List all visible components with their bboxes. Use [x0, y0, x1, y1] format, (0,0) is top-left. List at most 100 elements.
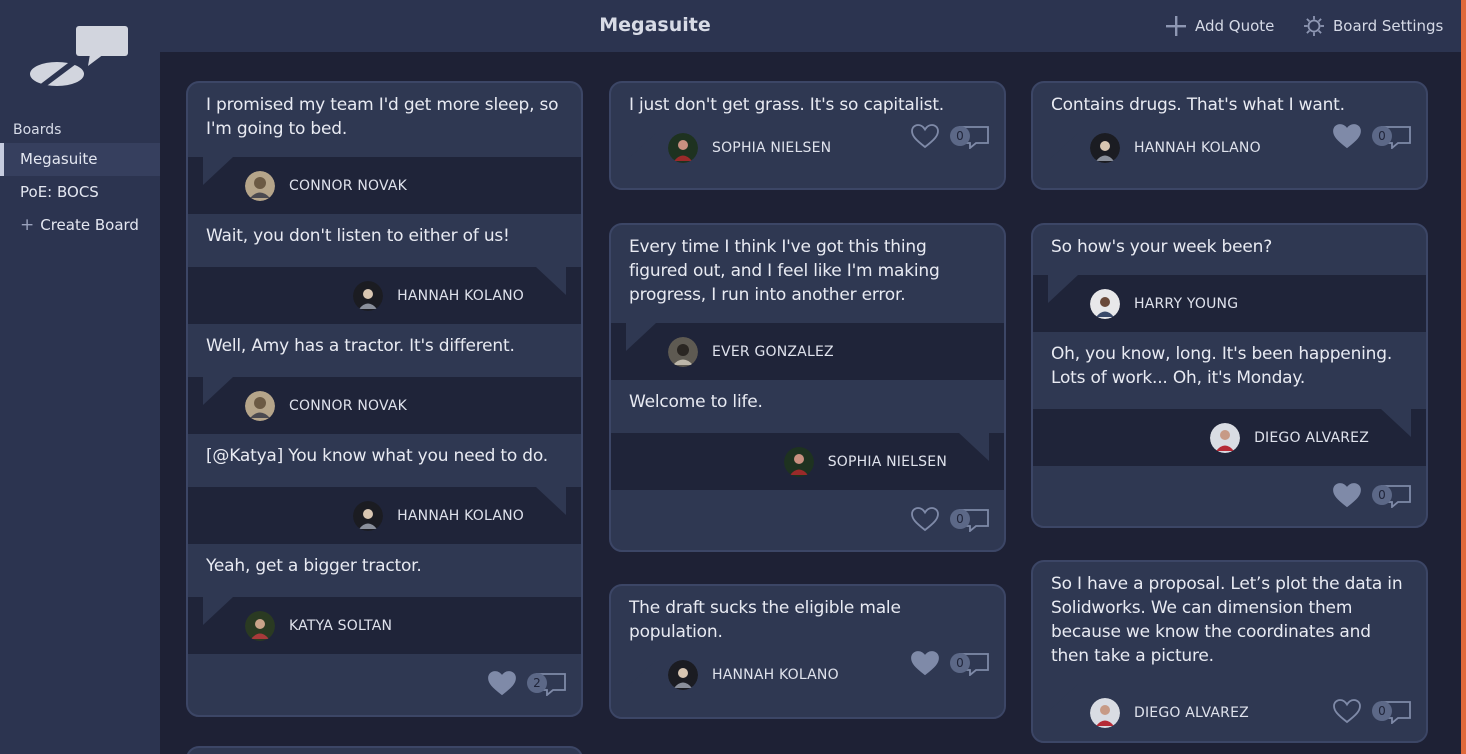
- speech-tail: [203, 377, 233, 405]
- author-name: HANNAH KOLANO: [397, 508, 524, 524]
- comment-button[interactable]: 0: [1372, 123, 1412, 149]
- attribution: HARRY YOUNG: [1033, 275, 1426, 332]
- comment-count: 0: [950, 509, 970, 529]
- sidebar-item-megasuite[interactable]: Megasuite: [0, 143, 160, 176]
- attribution: KATYA SOLTAN: [188, 597, 581, 654]
- avatar: [245, 391, 275, 421]
- quote: I just don't get grass. It's so capitali…: [611, 83, 1004, 188]
- author[interactable]: EVER GONZALEZ: [668, 337, 834, 367]
- avatar: [668, 337, 698, 367]
- card-footer: 0: [611, 490, 1004, 548]
- heart-icon[interactable]: [487, 670, 517, 696]
- sidebar-item-poe-bocs[interactable]: PoE: BOCS: [0, 176, 160, 209]
- create-board-button[interactable]: + Create Board: [0, 209, 160, 242]
- author[interactable]: HANNAH KOLANO: [1090, 133, 1261, 163]
- author[interactable]: HANNAH KOLANO: [668, 660, 839, 690]
- board-settings-button[interactable]: Board Settings: [1303, 15, 1443, 37]
- author[interactable]: HANNAH KOLANO: [353, 281, 524, 311]
- heart-icon[interactable]: [910, 650, 940, 676]
- attribution: DIEGO ALVAREZ: [1033, 409, 1426, 466]
- avatar: [353, 501, 384, 531]
- attribution: HANNAH KOLANO 0: [1033, 124, 1426, 188]
- author[interactable]: SOPHIA NIELSEN: [668, 133, 831, 163]
- quote-text: So I have a proposal. Let’s plot the dat…: [1051, 574, 1403, 666]
- author-name: DIEGO ALVAREZ: [1254, 430, 1369, 446]
- boards-label: Boards: [13, 122, 62, 138]
- author-name: HANNAH KOLANO: [397, 288, 524, 304]
- quote: The draft sucks the eligible male popula…: [611, 586, 1004, 717]
- heart-icon[interactable]: [1332, 698, 1362, 724]
- page-title: Megasuite: [599, 14, 711, 36]
- avatar: [783, 447, 814, 477]
- quote-card: I promised my team I'd get more sleep, s…: [186, 81, 583, 717]
- author[interactable]: KATYA SOLTAN: [245, 611, 392, 641]
- avatar: [1210, 423, 1241, 453]
- heart-icon[interactable]: [910, 123, 940, 149]
- author[interactable]: HARRY YOUNG: [1090, 289, 1238, 319]
- speech-tail: [536, 267, 566, 295]
- quote: Wait, you don't listen to either of us! …: [188, 214, 581, 324]
- speech-tail: [959, 433, 989, 461]
- comment-button[interactable]: 0: [1372, 482, 1412, 508]
- heart-icon[interactable]: [1332, 123, 1362, 149]
- attribution: HANNAH KOLANO: [188, 267, 581, 324]
- quote-text: Yeah, get a bigger tractor.: [206, 556, 422, 576]
- avatar: [245, 171, 275, 201]
- header: Megasuite Add Quote Board Settings: [160, 0, 1466, 52]
- quote: Yeah, get a bigger tractor. KATYA SOLTAN: [188, 544, 581, 654]
- quote: [@Katya] You know what you need to do. H…: [188, 434, 581, 544]
- quote-text: Well, Amy has a tractor. It's different.: [206, 336, 515, 356]
- author[interactable]: CONNOR NOVAK: [245, 391, 407, 421]
- comment-button[interactable]: 2: [527, 670, 567, 696]
- plus-icon: [1166, 16, 1186, 36]
- gear-icon: [1304, 16, 1324, 36]
- author-name: HANNAH KOLANO: [1134, 140, 1261, 156]
- speech-tail: [626, 323, 656, 351]
- add-quote-button[interactable]: Add Quote: [1165, 15, 1274, 37]
- comment-button[interactable]: 0: [950, 506, 990, 532]
- author[interactable]: CONNOR NOVAK: [245, 171, 407, 201]
- speech-tail: [536, 487, 566, 515]
- author[interactable]: DIEGO ALVAREZ: [1090, 698, 1249, 728]
- scrollbar[interactable]: [1461, 0, 1466, 754]
- avatar: [668, 660, 698, 690]
- author[interactable]: SOPHIA NIELSEN: [783, 447, 947, 477]
- comment-count: 2: [527, 673, 547, 693]
- author-name: SOPHIA NIELSEN: [827, 454, 947, 470]
- quote-text: Oh, you know, long. It's been happening.…: [1051, 344, 1393, 388]
- card-footer: 2: [188, 654, 581, 712]
- quote-text: I promised my team I'd get more sleep, s…: [206, 95, 559, 139]
- author-name: KATYA SOLTAN: [289, 618, 393, 634]
- comment-button[interactable]: 0: [950, 650, 990, 676]
- quote: So how's your week been? HARRY YOUNG: [1033, 225, 1426, 332]
- quote-text: [@Katya] You know what you need to do.: [206, 446, 548, 466]
- quote: Oh, you know, long. It's been happening.…: [1033, 332, 1426, 466]
- author-name: HANNAH KOLANO: [712, 667, 839, 683]
- scroll-gutter: [1453, 52, 1461, 754]
- heart-icon[interactable]: [910, 506, 940, 532]
- author-name: CONNOR NOVAK: [289, 178, 408, 194]
- card-footer: 0: [1033, 466, 1426, 524]
- quote-text: Welcome to life.: [629, 392, 763, 412]
- heart-icon[interactable]: [1332, 482, 1362, 508]
- author[interactable]: DIEGO ALVAREZ: [1210, 423, 1369, 453]
- attribution: HANNAH KOLANO 0: [611, 651, 1004, 717]
- quote-card: Every time I think I've got this thing f…: [609, 223, 1006, 552]
- avatar: [668, 133, 698, 163]
- comment-button[interactable]: 0: [950, 123, 990, 149]
- avatar: [245, 611, 275, 641]
- attribution: CONNOR NOVAK: [188, 157, 581, 214]
- author[interactable]: HANNAH KOLANO: [353, 501, 524, 531]
- attribution: SOPHIA NIELSEN: [611, 433, 1004, 490]
- comment-button[interactable]: 0: [1372, 698, 1412, 724]
- attribution: CONNOR NOVAK: [188, 377, 581, 434]
- speech-tail: [203, 157, 233, 185]
- quote-card: So I have a proposal. Let’s plot the dat…: [1031, 560, 1428, 743]
- logo-icon[interactable]: [28, 24, 132, 90]
- quote-text: Wait, you don't listen to either of us!: [206, 226, 510, 246]
- avatar: [1090, 133, 1120, 163]
- quote: Welcome to life. SOPHIA NIELSEN: [611, 380, 1004, 490]
- quote-text: Every time I think I've got this thing f…: [629, 237, 940, 305]
- author-name: DIEGO ALVAREZ: [1134, 705, 1249, 721]
- quote-card: The draft sucks the eligible male popula…: [609, 584, 1006, 719]
